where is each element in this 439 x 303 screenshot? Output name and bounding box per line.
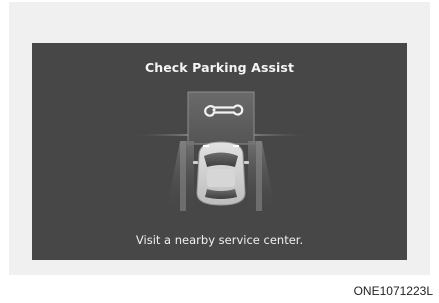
front-sensor-zone [187, 91, 255, 145]
figure-code: ONE1071223L [353, 284, 433, 298]
sensor-line-left [130, 134, 192, 136]
warning-message: Visit a nearby service center. [135, 233, 304, 247]
parking-assist-graphic [130, 91, 312, 213]
car-top-view-icon [193, 141, 249, 206]
sensor-line-right [250, 134, 312, 136]
cluster-display: Check Parking Assist Visit a nearby serv… [32, 43, 407, 260]
